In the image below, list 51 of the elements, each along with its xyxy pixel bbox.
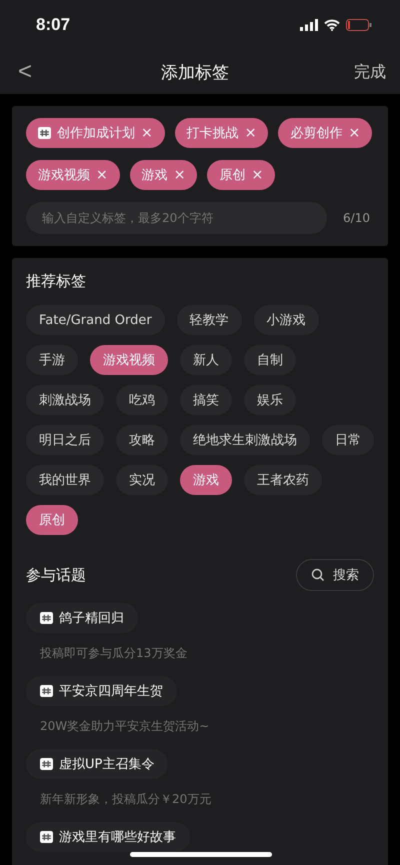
signal-icon — [300, 19, 318, 31]
topic-chip[interactable]: 平安京四周年生贺 — [26, 676, 177, 706]
hashtag-icon — [40, 685, 53, 697]
back-button[interactable]: < — [14, 58, 36, 86]
topic-description: 20W奖金助力平安京生贺活动~ — [40, 718, 210, 735]
recommended-tag[interactable]: 自制 — [244, 345, 296, 375]
recommended-tag[interactable]: 刺激战场 — [26, 385, 104, 415]
hashtag-icon — [40, 831, 53, 843]
recommended-tag[interactable]: Fate/Grand Order — [26, 305, 165, 335]
hashtag-icon — [40, 758, 53, 770]
selected-tag[interactable]: 游戏 × — [130, 160, 198, 190]
hashtag-icon — [38, 127, 51, 139]
search-button[interactable]: 搜索 — [296, 559, 374, 591]
recommended-tag[interactable]: 攻略 — [116, 425, 168, 455]
recommended-tag[interactable]: 王者农药 — [244, 465, 322, 495]
recommended-tag[interactable]: 游戏视频 — [90, 345, 168, 375]
recommended-tag[interactable]: 日常 — [322, 425, 374, 455]
search-icon — [311, 568, 325, 582]
recommended-tag[interactable]: 娱乐 — [244, 385, 296, 415]
recommended-tag[interactable]: 明日之后 — [26, 425, 104, 455]
topic-chip[interactable]: 鸽子精回归 — [26, 603, 138, 633]
recommended-tag[interactable]: 轻教学 — [176, 305, 242, 335]
custom-tag-field[interactable]: 输入自定义标签，最多20个字符 — [26, 202, 328, 234]
done-button[interactable]: 完成 — [354, 62, 386, 82]
wifi-icon — [324, 19, 340, 31]
status-time: 8:07 — [36, 15, 70, 35]
selected-tag[interactable]: 原创 × — [207, 160, 276, 190]
section-title: 参与话题 — [26, 566, 86, 584]
hashtag-icon — [40, 612, 53, 624]
recommended-tag[interactable]: 新人 — [180, 345, 232, 375]
recommended-tag[interactable]: 手游 — [26, 345, 78, 375]
section-title: 推荐标签 — [26, 272, 87, 291]
page-title: 添加标签 — [161, 62, 229, 84]
tag-count: 6/10 — [343, 211, 370, 225]
selected-tag[interactable]: 创作加成计划 × — [26, 118, 165, 148]
recommended-tag[interactable]: 搞笑 — [180, 385, 232, 415]
recommended-tag[interactable]: 原创 — [26, 505, 78, 535]
selected-tag[interactable]: 打卡挑战 × — [174, 118, 268, 148]
selected-tag[interactable]: 游戏视频 × — [26, 160, 120, 190]
recommended-tag[interactable]: 游戏 — [180, 465, 232, 495]
topic-chip[interactable]: 虚拟UP主召集令 — [26, 749, 168, 779]
topic-description: 投稿即可参与瓜分13万奖金 — [40, 645, 188, 662]
battery-icon — [346, 19, 372, 31]
recommended-tag[interactable]: 绝地求生刺激战场 — [180, 425, 310, 455]
selected-tag[interactable]: 必剪创作 × — [278, 118, 372, 148]
recommended-tag[interactable]: 我的世界 — [26, 465, 104, 495]
recommended-tag[interactable]: 实况 — [116, 465, 168, 495]
topic-description: 新年新形象，投稿瓜分￥20万元 — [40, 791, 212, 808]
recommended-tag[interactable]: 吃鸡 — [116, 385, 168, 415]
topic-chip[interactable]: 游戏里有哪些好故事 — [26, 822, 190, 852]
recommended-tag[interactable]: 小游戏 — [254, 305, 319, 335]
